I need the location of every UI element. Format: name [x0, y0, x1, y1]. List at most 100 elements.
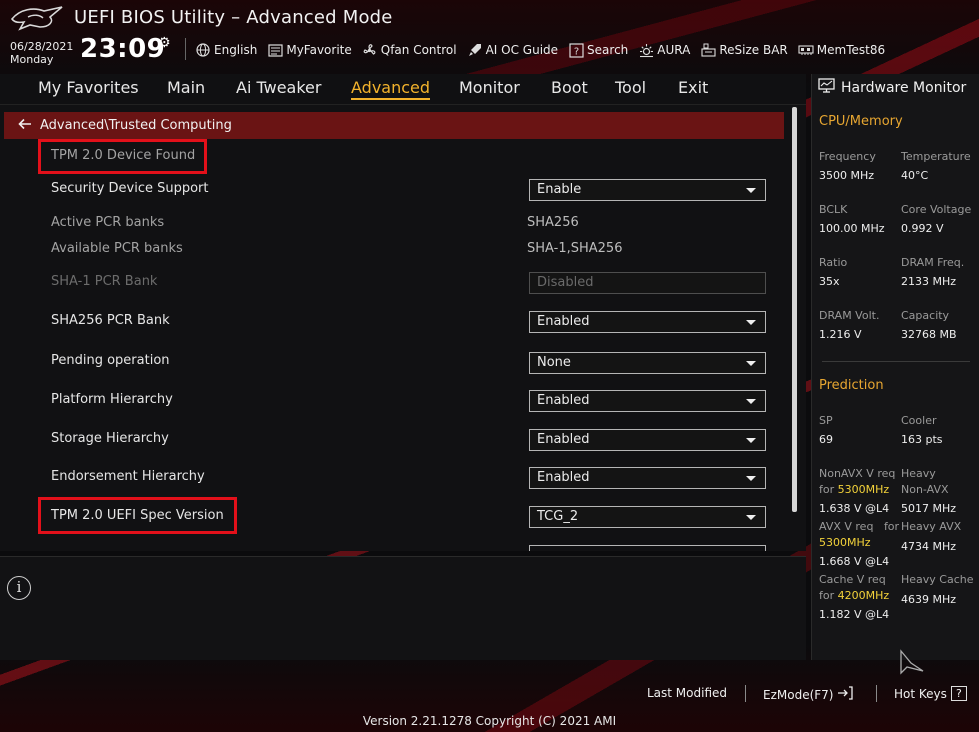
heavy-cache-value: 4639 MHz — [901, 593, 957, 606]
endorsement-hierarchy-label: Endorsement Hierarchy — [51, 469, 205, 484]
dram-volt-label: DRAM Volt. — [819, 309, 880, 322]
temperature-label: Temperature — [901, 150, 971, 163]
resize-bar-button[interactable]: ReSize BAR — [700, 42, 788, 58]
tab-monitor[interactable]: Monitor — [459, 78, 520, 97]
dram-freq-value: 2133 MHz — [901, 275, 957, 288]
ai-oc-guide-button[interactable]: AI OC Guide — [467, 42, 558, 58]
highlight-box-tpm-uefi-spec-version — [38, 497, 237, 534]
avx-for-text: for — [883, 520, 900, 533]
rog-logo-icon — [11, 6, 63, 31]
chevron-down-icon — [746, 438, 756, 443]
settings-scrollbar[interactable] — [792, 107, 797, 512]
monitor-icon — [818, 78, 835, 97]
search-button[interactable]: ? Search — [568, 42, 628, 58]
cooler-label: Cooler — [901, 414, 937, 427]
security-device-support-value: Enable — [537, 182, 582, 197]
ratio-value: 35x — [819, 275, 840, 288]
language-label: English — [214, 43, 258, 57]
light-icon — [638, 42, 654, 58]
rocket-icon — [467, 42, 483, 58]
language-button[interactable]: English — [195, 42, 257, 58]
available-pcr-banks-value: SHA-1,SHA256 — [527, 241, 623, 256]
highlight-box-tpm-device-found — [38, 139, 207, 174]
tab-tool[interactable]: Tool — [615, 78, 646, 97]
cache-vreq-value: 1.182 V @L4 — [819, 608, 890, 621]
temperature-value: 40°C — [901, 169, 929, 182]
ezmode-label: EzMode(F7) — [763, 687, 834, 702]
tab-main[interactable]: Main — [167, 78, 205, 97]
tab-my-favorites[interactable]: My Favorites — [38, 78, 139, 97]
toolbar: English MyFavorite Qfan Control AI OC Gu… — [195, 40, 885, 60]
cache-vreq-for-line: for 4200MHz — [819, 589, 889, 602]
platform-hierarchy-value: Enabled — [537, 393, 590, 408]
sha256-pcr-bank-select[interactable]: Enabled — [529, 311, 766, 333]
heavy-avx-label: Heavy AVX — [901, 520, 962, 533]
favorite-icon — [267, 42, 283, 58]
aura-label: AURA — [657, 43, 691, 57]
hotkeys-button[interactable]: Hot Keys ? — [894, 686, 967, 701]
tpm-uefi-spec-version-value: TCG_2 — [537, 509, 579, 524]
info-icon: i — [7, 576, 31, 600]
nonavx-freq: 5300MHz — [837, 483, 890, 496]
app-title: UEFI BIOS Utility – Advanced Mode — [74, 7, 393, 28]
bclk-label: BCLK — [819, 203, 848, 216]
ratio-label: Ratio — [819, 256, 848, 269]
search-icon: ? — [568, 42, 584, 58]
capacity-value: 32768 MB — [901, 328, 957, 341]
storage-hierarchy-select[interactable]: Enabled — [529, 429, 766, 451]
tab-exit[interactable]: Exit — [678, 78, 708, 97]
tpm-uefi-spec-version-select[interactable]: TCG_2 — [529, 506, 766, 528]
tab-ai-tweaker[interactable]: Ai Tweaker — [236, 78, 321, 97]
resize-bar-label: ReSize BAR — [719, 43, 788, 57]
available-pcr-banks-label: Available PCR banks — [51, 241, 183, 256]
heavy-nonavx-label-1: Heavy — [901, 467, 936, 480]
exit-arrow-icon — [837, 686, 854, 703]
chevron-down-icon — [746, 399, 756, 404]
avx-vreq-value: 1.668 V @L4 — [819, 555, 890, 568]
core-voltage-label: Core Voltage — [901, 203, 972, 216]
aura-button[interactable]: AURA — [638, 42, 690, 58]
chevron-down-icon — [746, 320, 756, 325]
ai-oc-guide-label: AI OC Guide — [485, 43, 559, 57]
security-device-support-label: Security Device Support — [51, 181, 209, 196]
tab-boot[interactable]: Boot — [551, 78, 588, 97]
chevron-down-icon — [746, 515, 756, 520]
sha1-pcr-bank-label: SHA-1 PCR Bank — [51, 274, 158, 289]
pending-operation-label: Pending operation — [51, 353, 170, 368]
dram-freq-label: DRAM Freq. — [901, 256, 965, 269]
dram-volt-value: 1.216 V — [819, 328, 862, 341]
myfavorite-button[interactable]: MyFavorite — [267, 42, 352, 58]
security-device-support-select[interactable]: Enable — [529, 179, 766, 201]
prediction-section-title: Prediction — [819, 378, 884, 393]
memtest86-button[interactable]: MemTest86 — [798, 42, 885, 58]
tab-advanced[interactable]: Advanced — [351, 78, 431, 100]
back-arrow-icon[interactable] — [18, 118, 32, 134]
myfavorite-label: MyFavorite — [286, 43, 352, 57]
nonavx-for-text: for — [819, 483, 835, 496]
clock-settings-gear-icon[interactable]: ⚙ — [158, 35, 171, 51]
footer-divider — [745, 685, 746, 702]
sha256-pcr-bank-label: SHA256 PCR Bank — [51, 313, 170, 328]
ezmode-button[interactable]: EzMode(F7) — [763, 686, 854, 703]
cache-freq: 4200MHz — [837, 589, 890, 602]
active-pcr-banks-value: SHA256 — [527, 215, 579, 230]
pending-operation-select[interactable]: None — [529, 352, 766, 374]
core-voltage-value: 0.992 V — [901, 222, 944, 235]
qfan-control-button[interactable]: Qfan Control — [362, 42, 457, 58]
memtest86-label: MemTest86 — [816, 43, 886, 57]
breadcrumb[interactable]: Advanced\Trusted Computing — [4, 112, 784, 139]
main-nav: My Favorites Main Ai Tweaker Advanced Mo… — [0, 74, 806, 104]
endorsement-hierarchy-select[interactable]: Enabled — [529, 467, 766, 489]
last-modified-button[interactable]: Last Modified — [647, 686, 727, 700]
day-text: Monday — [10, 53, 54, 66]
platform-hierarchy-select[interactable]: Enabled — [529, 390, 766, 412]
frequency-label: Frequency — [819, 150, 876, 163]
frequency-value: 3500 MHz — [819, 169, 875, 182]
storage-hierarchy-value: Enabled — [537, 432, 590, 447]
storage-hierarchy-label: Storage Hierarchy — [51, 431, 169, 446]
breadcrumb-text: Advanced\Trusted Computing — [40, 118, 232, 133]
cache-vreq-label: Cache V req — [819, 573, 886, 586]
avx-freq: 5300MHz — [819, 536, 871, 549]
endorsement-hierarchy-value: Enabled — [537, 470, 590, 485]
chevron-down-icon — [746, 476, 756, 481]
